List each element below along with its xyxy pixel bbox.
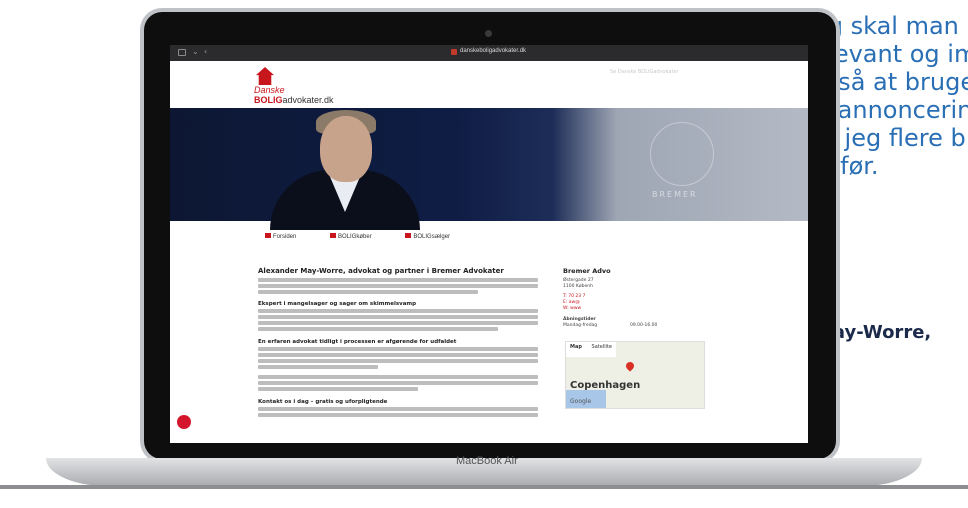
favicon-icon — [451, 49, 457, 55]
paragraph-line — [258, 347, 538, 351]
hours-time: 09.00-16.00 — [630, 323, 658, 328]
main-nav: Forsiden BOLIGkøber BOLIGsælger — [265, 233, 482, 240]
header-link[interactable]: Se Danske BOLIGadvokater — [610, 69, 679, 75]
map-tab-satellite[interactable]: Satellite — [592, 344, 612, 350]
chevron-down-icon[interactable]: ⌄ — [192, 47, 199, 56]
paragraph-line — [258, 290, 478, 294]
nav-item-forsiden[interactable]: Forsiden — [265, 233, 312, 240]
bremer-logo-icon — [650, 122, 714, 186]
paragraph-line — [258, 365, 378, 369]
hero-banner: BREMER — [170, 108, 808, 230]
house-icon — [330, 233, 337, 238]
paragraph-line — [258, 309, 538, 313]
map-tab-map[interactable]: Map — [570, 344, 582, 350]
hero-person-head — [320, 116, 372, 182]
map-pin-icon[interactable] — [624, 360, 636, 372]
paragraph-line — [258, 315, 538, 319]
paragraph-line — [258, 407, 538, 411]
logo-house-icon — [256, 67, 274, 85]
nav-label: Forsiden — [273, 234, 297, 240]
section-heading-1: Ekspert i mangelsager og sager om skimme… — [258, 301, 417, 307]
nav-item-boligkober[interactable]: BOLIGkøber — [330, 233, 388, 240]
paragraph-line — [258, 284, 538, 288]
paragraph-line — [258, 353, 538, 357]
nav-item-boligsaelger[interactable]: BOLIGsælger — [405, 233, 466, 240]
logo-text[interactable]: BOLIGadvokater.dk — [254, 95, 334, 105]
map-city-label: Copenhagen — [570, 380, 641, 391]
address-line-2: 1100 Københ — [563, 284, 593, 289]
house-icon — [405, 233, 412, 238]
map-widget[interactable]: Map Satellite Copenhagen Google — [565, 341, 705, 409]
logo-text-danske[interactable]: Danske — [254, 85, 285, 95]
hours-day: Mandag-fredag — [563, 323, 598, 328]
section-heading-3: Kontakt os i dag – gratis og uforpligten… — [258, 399, 388, 405]
address-bar[interactable]: danskeboligadvokater.dk — [460, 48, 526, 54]
hero-watermark: BREMER — [652, 190, 698, 199]
hours-label: Åbningstider — [563, 317, 596, 322]
paragraph-line — [258, 387, 418, 391]
map-tabs: Map Satellite — [566, 342, 617, 357]
paragraph-line — [258, 327, 498, 331]
accessibility-icon[interactable] — [177, 415, 191, 429]
section-heading-2: En erfaren advokat tidligt i processen e… — [258, 339, 457, 345]
laptop-brand: MacBook Air — [456, 455, 518, 467]
paragraph-line — [258, 413, 538, 417]
page-title: Alexander May-Worre, advokat og partner … — [258, 267, 504, 275]
address-line-1: Østergade 27 — [563, 278, 594, 283]
logo-rest: advokater.dk — [282, 95, 334, 105]
phone-link[interactable]: T: 70 23 7 — [563, 294, 585, 299]
sidebar-title: Bremer Advo — [563, 267, 611, 275]
email-link[interactable]: E: aw@ — [563, 300, 580, 305]
webcam-icon — [485, 30, 492, 37]
paragraph-line — [258, 375, 538, 379]
paragraph-line — [258, 321, 538, 325]
paragraph-line — [258, 359, 538, 363]
laptop-screen: ⌄ ‹ danskeboligadvokater.dk Danske BOLIG… — [170, 45, 808, 443]
house-icon — [265, 233, 271, 238]
nav-label: BOLIGkøber — [338, 234, 372, 240]
nav-label: BOLIGsælger — [413, 234, 451, 240]
browser-toolbar: ⌄ ‹ danskeboligadvokater.dk — [170, 45, 808, 61]
web-link[interactable]: W: www — [563, 306, 581, 311]
sidebar-icon[interactable] — [178, 49, 186, 56]
paragraph-line — [258, 278, 538, 282]
paragraph-line — [258, 381, 538, 385]
logo-bolig: BOLIG — [254, 95, 283, 105]
google-logo: Google — [570, 398, 592, 405]
back-icon[interactable]: ‹ — [204, 47, 207, 56]
laptop-base-lip — [0, 485, 968, 489]
